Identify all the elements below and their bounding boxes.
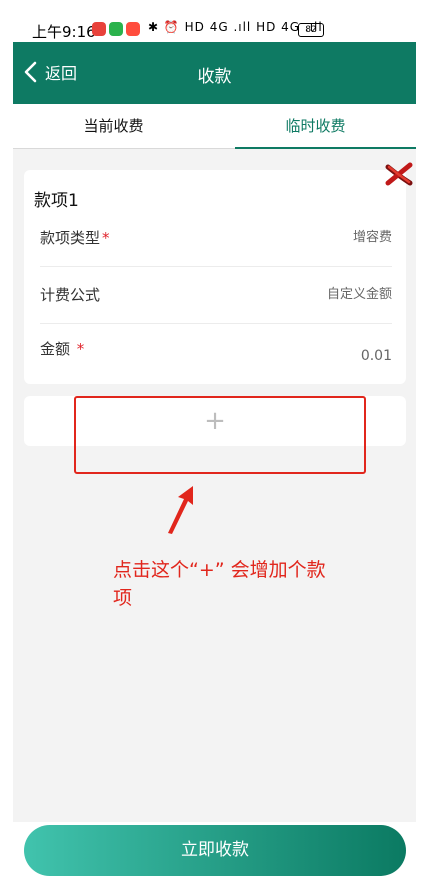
app-notification-icon (126, 22, 140, 36)
page-title: 收款 (197, 67, 232, 87)
annotation-arrow-icon (168, 486, 193, 534)
annotation-line: 项 (113, 587, 133, 609)
nav-bar: 返回 收款 (13, 42, 416, 104)
annotation-text: 点击这个“+” 会增加个款 项 (113, 556, 373, 612)
charge-item-card: 款项1 款项类型 * 增容费 计费公式 自定义金额 金额 * 0.01 (24, 170, 406, 384)
wechat-icon (109, 22, 123, 36)
tab-label: 临时收费 (285, 117, 346, 135)
required-mark: * (76, 340, 85, 358)
tab-label: 当前收费 (83, 117, 144, 135)
notification-icons (92, 22, 140, 36)
amount-value: 0.01 (360, 348, 392, 364)
active-tab-indicator (235, 147, 416, 149)
item-title: 款项1 (34, 191, 79, 211)
system-indicators: ✱ ⏰ HD 4G .ıll HD 4G .ıll (148, 20, 323, 34)
formula-label: 计费公式 (40, 286, 101, 304)
amount-row[interactable]: 金额 * 0.01 (40, 324, 392, 380)
tab-bar: 当前收费 临时收费 (13, 104, 416, 149)
row-label: 金额 * (40, 324, 84, 374)
item-type-value: 增容费 (352, 230, 392, 245)
tab-temporary-charges[interactable]: 临时收费 (215, 104, 416, 149)
amount-label: 金额 (40, 340, 71, 358)
annotation-line: 点击这个“+” 会增加个款 (113, 559, 326, 581)
formula-value: 自定义金额 (326, 287, 392, 302)
required-mark: * (102, 229, 110, 247)
item-type-row[interactable]: 款项类型 * 增容费 (40, 210, 392, 267)
status-time: 上午9:16 (32, 23, 96, 41)
app-notification-icon (92, 22, 106, 36)
annotation-highlight-box (74, 396, 366, 474)
item-type-label: 款项类型 (40, 229, 101, 247)
battery-icon: 82 (298, 23, 324, 37)
collect-now-button[interactable]: 立即收款 (24, 825, 406, 876)
formula-row[interactable]: 计费公式 自定义金额 (40, 267, 392, 324)
delete-item-icon[interactable] (384, 161, 414, 187)
row-label: 款项类型 * (40, 210, 110, 266)
tab-current-charges[interactable]: 当前收费 (13, 104, 214, 148)
status-bar: 上午9:16 ✱ ⏰ HD 4G .ıll HD 4G .ıll 82 (0, 0, 430, 42)
